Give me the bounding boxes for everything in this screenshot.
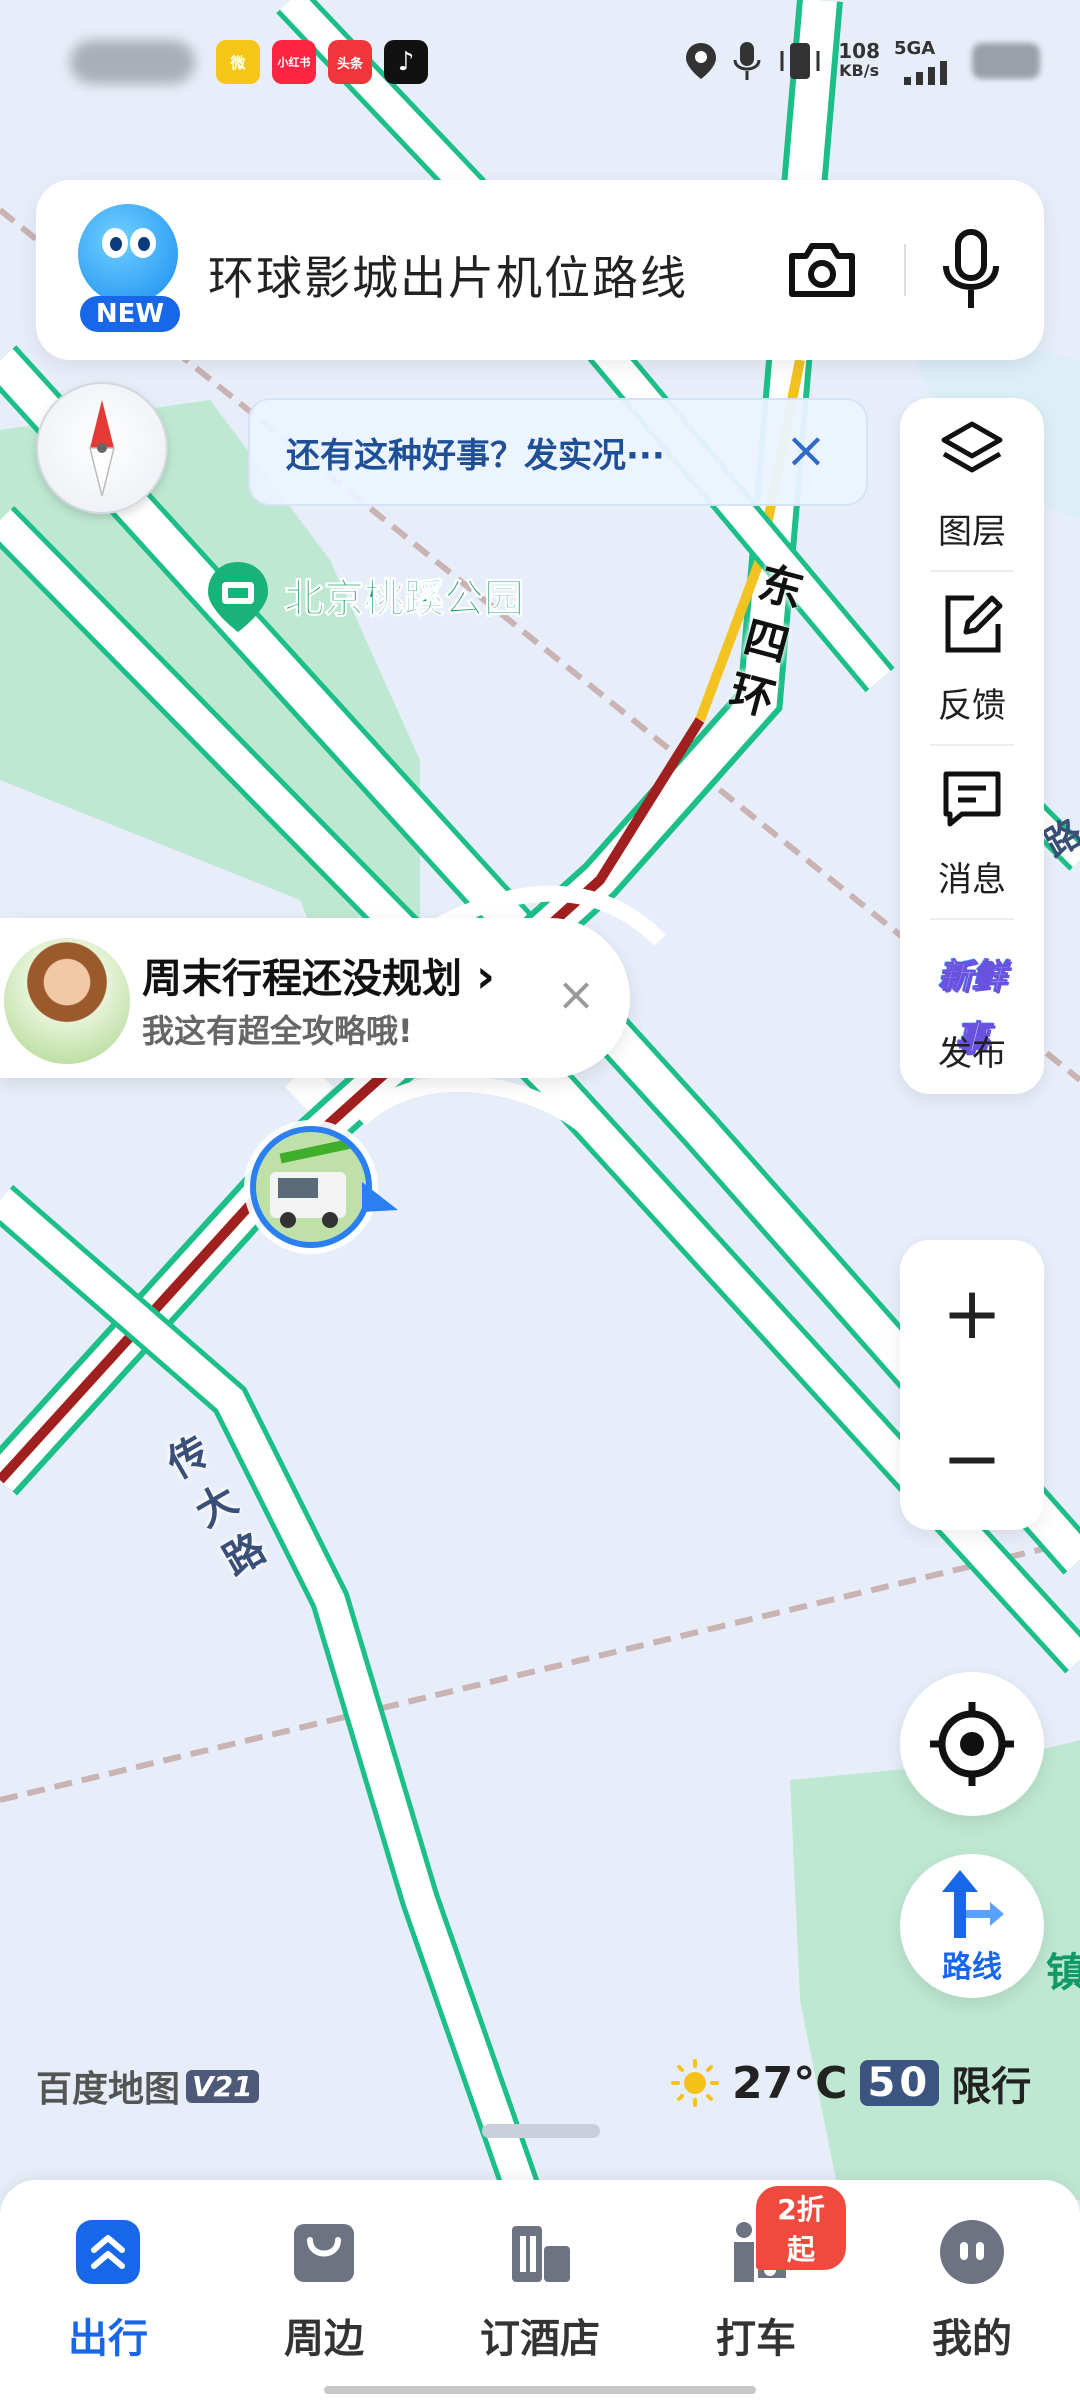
search-bar[interactable]: NEW 环球影城出片机位路线	[36, 180, 1044, 360]
nav-profile[interactable]: 我的	[882, 2216, 1062, 2366]
profile-icon	[940, 2220, 1004, 2284]
nearby-bag-icon	[294, 2224, 354, 2282]
route-button[interactable]: 路线	[900, 1854, 1044, 1998]
user-location-marker[interactable]	[250, 1126, 372, 1248]
drawer-handle[interactable]	[482, 2124, 600, 2138]
status-bar: 微 小红书 头条 ♪ 108 KB/s 5GA	[0, 0, 1080, 120]
toutiao-icon: 头条	[328, 40, 372, 84]
divider	[904, 244, 906, 296]
home-indicator[interactable]	[324, 2386, 756, 2394]
trip-bubble[interactable]: 周末行程还没规划 › 我这有超全攻略哦! ×	[0, 918, 630, 1078]
crosshair-icon	[930, 1702, 1014, 1786]
girl-avatar	[0, 934, 134, 1068]
zoom-in-button[interactable]: +	[900, 1240, 1044, 1385]
bottom-nav: 出行 周边 订酒店 2折起 打车 我的	[0, 2180, 1080, 2400]
tip-banner[interactable]: 还有这种好事？发实况··· ×	[248, 398, 868, 506]
truck-avatar-icon	[256, 1132, 366, 1242]
park-pin-icon[interactable]	[206, 560, 270, 634]
message-icon	[943, 771, 1001, 827]
carrier-time-redacted	[70, 40, 195, 84]
compass-button[interactable]	[36, 382, 168, 514]
status-right: 108 KB/s 5GA	[684, 36, 1040, 86]
taxi-discount-badge: 2折起	[756, 2186, 846, 2270]
messages-button[interactable]: 消息	[900, 746, 1044, 920]
baidu-map-logo: 百度地图 V21	[36, 2060, 259, 2112]
messages-label: 消息	[938, 860, 1006, 900]
nav-travel-label: 出行	[68, 2316, 148, 2362]
nav-taxi-label: 打车	[716, 2316, 796, 2362]
layers-button[interactable]: 图层	[900, 398, 1044, 572]
bubble-subtitle: 我这有超全攻略哦!	[142, 1012, 413, 1050]
layers-icon	[941, 421, 1003, 473]
location-icon	[686, 43, 717, 79]
poi-label[interactable]: 北京桃蹊公园	[284, 566, 525, 624]
locate-button[interactable]	[900, 1672, 1044, 1816]
compass-needle-icon	[89, 400, 115, 497]
xiaohongshu-icon: 小红书	[272, 40, 316, 84]
nav-travel[interactable]: 出行	[18, 2216, 198, 2366]
zoom-out-button[interactable]: −	[900, 1385, 1044, 1530]
bubble-title[interactable]: 周末行程还没规划 ›	[142, 946, 495, 1004]
zoom-control: + −	[900, 1240, 1044, 1530]
mascot-avatar[interactable]	[78, 204, 178, 304]
fresh-news-icon: 新鲜事	[938, 957, 1007, 1060]
camera-icon[interactable]	[784, 232, 860, 308]
network-speed: 108 KB/s	[838, 39, 880, 80]
nav-taxi[interactable]: 2折起 打车	[666, 2186, 846, 2366]
logo-version: V21	[186, 2069, 259, 2103]
vibrate-icon	[780, 43, 820, 79]
battery-icon	[972, 43, 1040, 79]
nav-hotel-label: 订酒店	[480, 2316, 600, 2362]
weather-widget[interactable]: 27°C 50 限行	[670, 2054, 1031, 2112]
heading-arrow-icon	[362, 1182, 398, 1212]
microphone-status-icon	[733, 42, 761, 80]
sun-icon	[671, 2059, 719, 2107]
hotel-icon	[512, 2226, 570, 2282]
publish-label: 发布	[938, 1034, 1006, 1074]
weibo-icon: 微	[216, 40, 260, 84]
feedback-button[interactable]: 反馈	[900, 572, 1044, 746]
traffic-limit-label: 限行	[951, 2064, 1032, 2110]
network-type: 5GA	[894, 37, 936, 59]
map-toolbar: 图层 反馈 消息 新鲜事 发布	[900, 398, 1044, 1094]
nav-profile-label: 我的	[932, 2316, 1012, 2362]
traffic-limit-number: 50	[859, 2060, 940, 2106]
edit-feedback-icon	[945, 595, 1003, 653]
search-input[interactable]: 环球影城出片机位路线	[208, 242, 688, 308]
chevron-right-icon: ›	[475, 949, 495, 1003]
tip-close-button[interactable]: ×	[778, 422, 834, 478]
route-label: 路线	[942, 1950, 1002, 1985]
microphone-icon[interactable]	[936, 228, 1006, 312]
layers-label: 图层	[938, 512, 1006, 552]
tiktok-icon: ♪	[384, 40, 428, 84]
tip-text[interactable]: 还有这种好事？发实况···	[286, 428, 665, 477]
nav-nearby-label: 周边	[284, 2316, 364, 2362]
bubble-close-button[interactable]: ×	[548, 966, 604, 1022]
road-label-partial-bottom-right: 镇	[1046, 1950, 1080, 1996]
feedback-label: 反馈	[938, 686, 1006, 726]
nav-hotel[interactable]: 订酒店	[450, 2216, 630, 2366]
travel-icon	[76, 2220, 140, 2284]
map-canvas[interactable]	[0, 0, 1080, 2400]
new-badge: NEW	[80, 296, 180, 332]
route-arrow-icon	[942, 1870, 1004, 1938]
publish-button[interactable]: 新鲜事 发布	[900, 920, 1044, 1094]
signal-group: 5GA	[894, 38, 958, 85]
temperature: 27°C	[732, 2057, 848, 2109]
nav-nearby[interactable]: 周边	[234, 2216, 414, 2366]
signal-icon	[904, 60, 947, 85]
